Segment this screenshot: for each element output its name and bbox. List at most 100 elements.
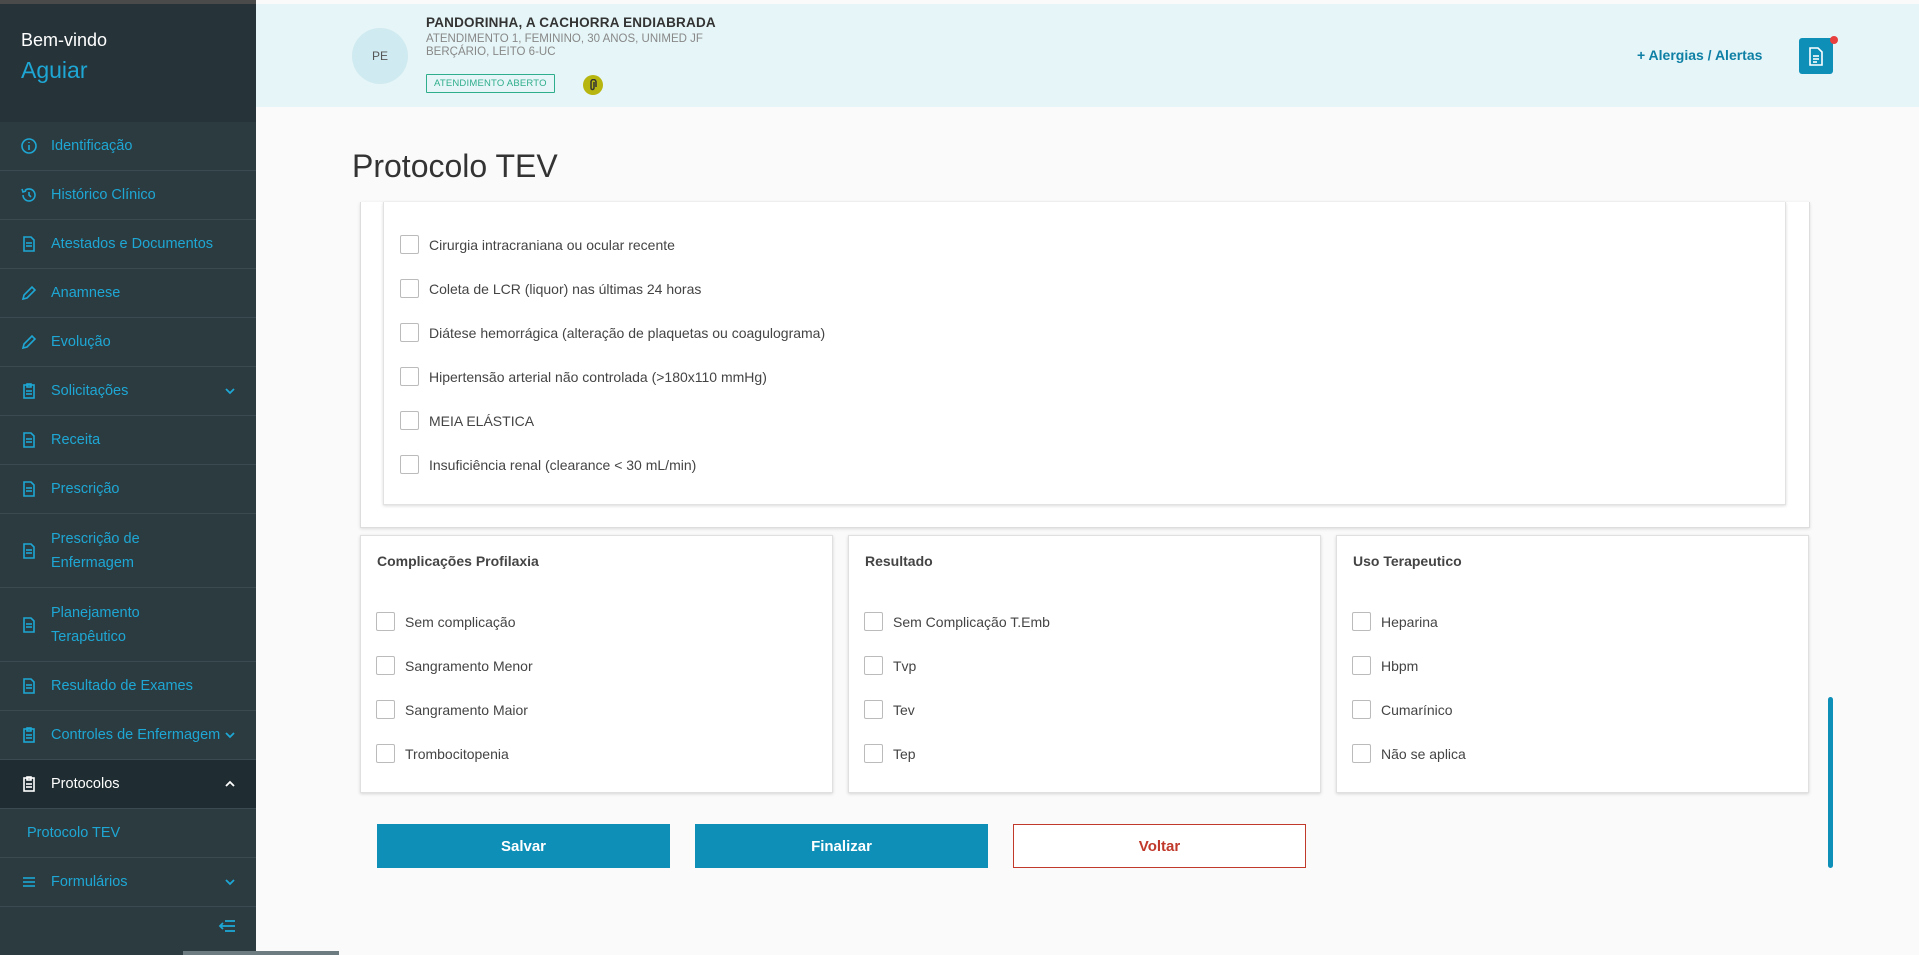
checkbox[interactable] xyxy=(400,455,419,474)
checkbox[interactable] xyxy=(376,656,395,675)
checkbox-tep[interactable]: Tep xyxy=(864,744,916,763)
chevron-down-icon[interactable] xyxy=(224,876,236,888)
sidebar-item-historico-clinico[interactable]: Histórico Clínico xyxy=(0,171,256,220)
allergies-alerts-link[interactable]: + Alergias / Alertas xyxy=(1637,47,1762,63)
sidebar-subitem-protocolo-tev[interactable]: Protocolo TEV xyxy=(0,809,256,858)
sidebar-item-planejamento[interactable]: Planejamento Terapêutico xyxy=(0,588,256,662)
checkbox[interactable] xyxy=(1352,656,1371,675)
checkbox[interactable] xyxy=(864,700,883,719)
notification-dot xyxy=(1830,36,1838,44)
checkbox-coleta-lcr[interactable]: Coleta de LCR (liquor) nas últimas 24 ho… xyxy=(400,279,701,298)
sidebar-item-atestados[interactable]: Atestados e Documentos xyxy=(0,220,256,269)
paperclip-icon[interactable] xyxy=(583,75,603,95)
checkbox[interactable] xyxy=(400,411,419,430)
sidebar-scrollbar[interactable] xyxy=(183,951,339,955)
checkbox[interactable] xyxy=(400,235,419,254)
checkbox-tvp[interactable]: Tvp xyxy=(864,656,916,675)
save-button[interactable]: Salvar xyxy=(377,824,670,868)
checkbox[interactable] xyxy=(864,656,883,675)
checkbox[interactable] xyxy=(376,612,395,631)
patient-name: PANDORINHA, A CACHORRA ENDIABRADA xyxy=(426,15,716,30)
card-title: Resultado xyxy=(865,553,933,569)
checkbox[interactable] xyxy=(1352,744,1371,763)
checkbox-label: Sem complicação xyxy=(405,613,516,630)
checkbox-sangramento-menor[interactable]: Sangramento Menor xyxy=(376,656,533,675)
back-button[interactable]: Voltar xyxy=(1013,824,1306,868)
sidebar-item-receita[interactable]: Receita xyxy=(0,416,256,465)
checkbox[interactable] xyxy=(400,279,419,298)
chevron-down-icon[interactable] xyxy=(224,729,236,741)
sidebar-item-label: Controles de Enfermagem xyxy=(51,727,221,743)
resultado-card: Resultado Sem Complicação T.Emb Tvp Tev … xyxy=(848,535,1321,793)
checkbox[interactable] xyxy=(864,612,883,631)
checkbox-cirurgia-intracraniana[interactable]: Cirurgia intracraniana ou ocular recente xyxy=(400,235,675,254)
checkbox-heparina[interactable]: Heparina xyxy=(1352,612,1438,631)
checkbox-sangramento-maior[interactable]: Sangramento Maior xyxy=(376,700,528,719)
sidebar-item-controles[interactable]: Controles de Enfermagem xyxy=(0,711,256,760)
sidebar-item-solicitacoes[interactable]: Solicitações xyxy=(0,367,256,416)
sidebar-item-label: Solicitações xyxy=(51,383,129,399)
pencil-icon xyxy=(20,333,38,351)
checkbox-nao-se-aplica[interactable]: Não se aplica xyxy=(1352,744,1466,763)
sidebar-item-evolucao[interactable]: Evolução xyxy=(0,318,256,367)
main-scrollbar[interactable] xyxy=(1828,697,1833,868)
sidebar-item-protocolos[interactable]: Protocolos xyxy=(0,760,256,809)
patient-header: PE PANDORINHA, A CACHORRA ENDIABRADA ATE… xyxy=(256,4,1919,107)
checkbox-hipertensao[interactable]: Hipertensão arterial não controlada (>18… xyxy=(400,367,767,386)
sidebar-item-anamnese[interactable]: Anamnese xyxy=(0,269,256,318)
sidebar-item-prescricao-enfermagem[interactable]: Prescrição de Enfermagem xyxy=(0,514,256,588)
checkbox-sem-complicacao[interactable]: Sem complicação xyxy=(376,612,516,631)
sidebar-item-label: Receita xyxy=(51,432,101,448)
sidebar: Bem-vindo Aguiar Identificação Histórico… xyxy=(0,0,339,955)
checkbox-diatese-hemorragica[interactable]: Diátese hemorrágica (alteração de plaque… xyxy=(400,323,825,342)
user-name: Aguiar xyxy=(21,57,88,83)
checkbox-insuficiencia-renal[interactable]: Insuficiência renal (clearance < 30 mL/m… xyxy=(400,455,696,474)
checkbox-meia-elastica[interactable]: MEIA ELÁSTICA xyxy=(400,411,534,430)
patient-info: PANDORINHA, A CACHORRA ENDIABRADA ATENDI… xyxy=(426,15,716,58)
welcome-text: Bem-vindo xyxy=(21,30,108,50)
document-icon xyxy=(20,431,38,449)
sidebar-item-resultado-exames[interactable]: Resultado de Exames xyxy=(0,662,256,711)
checkbox-tev[interactable]: Tev xyxy=(864,700,915,719)
checkbox-label: Heparina xyxy=(1381,613,1438,630)
sidebar-item-label: Histórico Clínico xyxy=(51,187,156,203)
finish-button[interactable]: Finalizar xyxy=(695,824,988,868)
checkbox-label: Hipertensão arterial não controlada (>18… xyxy=(429,368,767,385)
clipboard-icon xyxy=(20,382,38,400)
checkbox-sem-complicacao-temb[interactable]: Sem Complicação T.Emb xyxy=(864,612,1050,631)
checkbox[interactable] xyxy=(400,367,419,386)
sidebar-item-label: Atestados e Documentos xyxy=(51,236,214,252)
checkbox-label: Trombocitopenia xyxy=(405,745,509,762)
checkbox[interactable] xyxy=(376,700,395,719)
checkbox-label: MEIA ELÁSTICA xyxy=(429,412,535,429)
checkbox-cumarinico[interactable]: Cumarínico xyxy=(1352,700,1453,719)
chevron-down-icon[interactable] xyxy=(224,385,236,397)
sidebar-item-formularios[interactable]: Formulários xyxy=(0,858,256,907)
checkbox-label: Coleta de LCR (liquor) nas últimas 24 ho… xyxy=(429,280,702,297)
history-icon xyxy=(20,186,38,204)
checkbox[interactable] xyxy=(400,323,419,342)
sidebar-item-label: Formulários xyxy=(51,874,128,890)
checkbox[interactable] xyxy=(1352,700,1371,719)
sidebar-item-identificacao[interactable]: Identificação xyxy=(0,122,256,171)
sidebar-item-label: Identificação xyxy=(51,138,133,154)
sidebar-item-prescricao[interactable]: Prescrição xyxy=(0,465,256,514)
page-title: Protocolo TEV xyxy=(352,148,558,184)
checkbox[interactable] xyxy=(864,744,883,763)
collapse-sidebar-icon[interactable] xyxy=(218,919,236,933)
card-title: Uso Terapeutico xyxy=(1353,553,1462,569)
checkbox-label: Sem Complicação T.Emb xyxy=(893,613,1050,630)
sidebar-item-label: Evolução xyxy=(51,334,111,350)
card-title: Complicações Profilaxia xyxy=(377,553,539,569)
document-icon xyxy=(20,677,38,695)
checkbox-hbpm[interactable]: Hbpm xyxy=(1352,656,1418,675)
documents-button[interactable] xyxy=(1799,38,1833,74)
sidebar-item-label: Anamnese xyxy=(51,285,121,301)
checkbox[interactable] xyxy=(1352,612,1371,631)
welcome-panel: Bem-vindo Aguiar xyxy=(0,4,256,122)
pencil-icon xyxy=(20,284,38,302)
checkbox-trombocitopenia[interactable]: Trombocitopenia xyxy=(376,744,509,763)
chevron-up-icon[interactable] xyxy=(224,778,236,790)
checkbox[interactable] xyxy=(376,744,395,763)
checkbox-label: Tev xyxy=(893,701,915,718)
